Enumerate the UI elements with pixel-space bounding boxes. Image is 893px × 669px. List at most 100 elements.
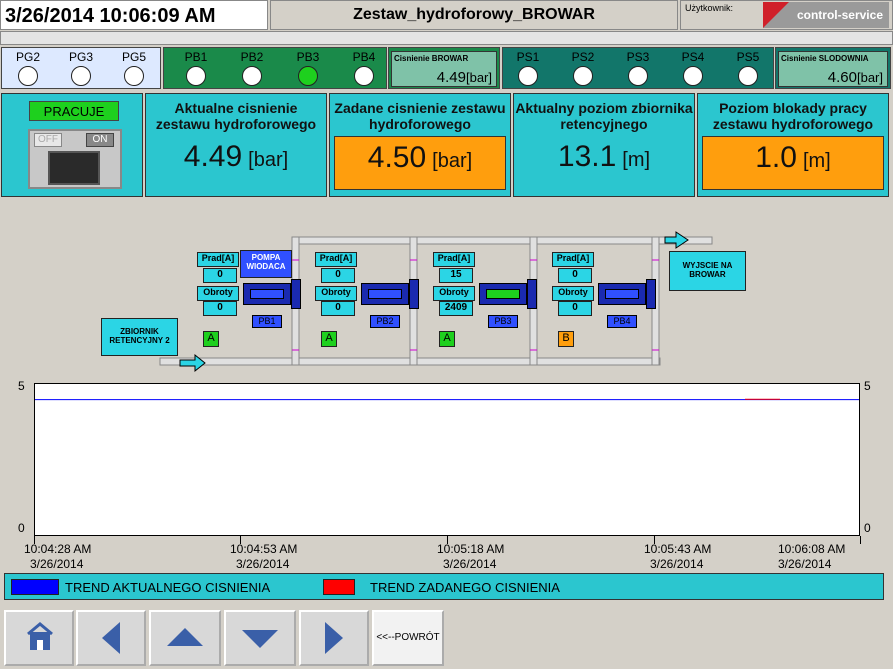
output-label: WYJSCIE NA BROWAR	[669, 251, 746, 291]
pump-window	[605, 289, 639, 299]
pump-flange-icon	[646, 279, 656, 309]
pump-indicator-ps4	[683, 66, 703, 86]
pump-mode-badge[interactable]: B	[558, 331, 574, 347]
value-unit: [bar]	[432, 150, 473, 172]
x-tick-date: 3/26/2014	[30, 557, 84, 571]
y-right-max: 5	[864, 379, 871, 393]
switch-knob[interactable]	[48, 151, 100, 185]
status-badge: PRACUJE	[29, 101, 119, 121]
pump-body-icon[interactable]	[361, 283, 409, 305]
inlet-arrow-icon	[179, 353, 206, 373]
speed-value: 0	[203, 301, 237, 316]
x-tick-time: 10:05:43 AM	[644, 542, 712, 556]
x-tick-date: 3/26/2014	[650, 557, 704, 571]
panel-value-box: 13.1 [m]	[514, 136, 694, 190]
arrow-down-icon	[242, 630, 278, 648]
value-unit: [m]	[802, 150, 831, 172]
speed-label: Obroty	[552, 286, 594, 301]
home-button[interactable]	[4, 610, 74, 666]
trend-chart[interactable]	[34, 383, 860, 536]
arrow-right-icon	[325, 622, 343, 654]
legend-label-actual: TREND AKTUALNEGO CISNIENIA	[65, 580, 271, 595]
value-unit: [bar]	[248, 149, 289, 171]
company-logo: control-service	[763, 2, 889, 28]
panel-title: Zadane cisnienie zestawu hydroforowego	[334, 100, 506, 132]
tank-inlet-label: ZBIORNIK RETENCYJNY 2	[101, 318, 178, 356]
status-panel: PRACUJE OFF ON	[1, 93, 143, 197]
user-label: Użytkownik:	[685, 3, 734, 13]
pump-name: PB2	[370, 315, 400, 328]
panel-value: 4.49 [bar]	[146, 140, 326, 174]
pump-flange-icon	[527, 279, 537, 309]
logo-text: control-service	[796, 8, 883, 22]
measurement-panel-4: Poziom blokady pracy zestawu hydroforowe…	[697, 93, 889, 197]
pipe-discharge	[291, 236, 713, 245]
pump-label-pg5: PG5	[121, 50, 146, 64]
pump-label-pb2: PB2	[240, 50, 264, 64]
x-tick-date: 3/26/2014	[443, 557, 497, 571]
up-button[interactable]	[149, 610, 221, 666]
pump-indicator-ps2	[573, 66, 593, 86]
x-tick-time: 10:04:53 AM	[230, 542, 298, 556]
arrow-up-icon	[167, 628, 203, 646]
pump-label-ps5: PS5	[736, 50, 760, 64]
value-unit: [m]	[622, 149, 651, 171]
value-number: 4.50	[367, 141, 427, 174]
x-tick-date: 3/26/2014	[236, 557, 290, 571]
pump-mode-badge[interactable]: A	[439, 331, 455, 347]
speed-value: 0	[321, 301, 355, 316]
pressure-browar-box: Cisnienie BROWAR 4.49[bar]	[391, 51, 497, 87]
pump-label-ps2: PS2	[571, 50, 595, 64]
pump-indicator-pb4	[354, 66, 374, 86]
pressure-slodownia-group: Cisnienie SLODOWNIA 4.60[bar]	[775, 47, 891, 89]
pump-label-pb3: PB3	[296, 50, 320, 64]
value-number: 13.1	[557, 140, 617, 173]
page-title: Zestaw_hydroforowy_BROWAR	[270, 0, 678, 30]
panel-value: 1.0 [m]	[703, 141, 883, 175]
switch-off-label[interactable]: OFF	[34, 133, 62, 147]
speed-value: 0	[558, 301, 592, 316]
prev-button[interactable]	[76, 610, 146, 666]
pump-indicator-pg5	[124, 66, 144, 86]
next-button[interactable]	[299, 610, 369, 666]
pump-indicator-ps5	[738, 66, 758, 86]
pressure-browar-value: 4.49[bar]	[436, 69, 492, 86]
pump-indicator-ps1	[518, 66, 538, 86]
pump-indicator-pb1	[186, 66, 206, 86]
panel-value-box: 4.50 [bar]	[334, 136, 506, 190]
legend-swatch-actual	[11, 579, 59, 595]
pump-label-pb4: PB4	[352, 50, 376, 64]
pressure-browar-group: Cisnienie BROWAR 4.49[bar]	[388, 47, 500, 89]
value-number: 1.0	[755, 141, 797, 174]
pump-body-icon[interactable]	[598, 283, 646, 305]
chart-legend: TREND AKTUALNEGO CISNIENIA TREND ZADANEG…	[4, 573, 884, 600]
pump-body-icon[interactable]	[479, 283, 527, 305]
on-off-switch[interactable]: OFF ON	[28, 129, 122, 189]
speed-label: Obroty	[433, 286, 475, 301]
pump-label-pg2: PG2	[15, 50, 40, 64]
panel-value: 4.50 [bar]	[335, 141, 505, 175]
pump-flange-icon	[409, 279, 419, 309]
pump-window	[368, 289, 402, 299]
pump-mode-badge[interactable]: A	[321, 331, 337, 347]
x-tick-time: 10:04:28 AM	[24, 542, 92, 556]
panel-title: Poziom blokady pracy zestawu hydroforowe…	[712, 100, 874, 132]
down-button[interactable]	[224, 610, 296, 666]
speed-label: Obroty	[315, 286, 357, 301]
pressure-slodownia-box: Cisnienie SLODOWNIA 4.60[bar]	[778, 51, 888, 87]
current-value: 0	[203, 268, 237, 283]
speed-label: Obroty	[197, 286, 239, 301]
panel-value: 13.1 [m]	[514, 140, 694, 174]
arrow-left-icon	[102, 622, 120, 654]
pump-label-ps4: PS4	[681, 50, 705, 64]
pump-indicator-ps3	[628, 66, 648, 86]
pump-body-icon[interactable]	[243, 283, 291, 305]
message-bar	[0, 31, 893, 45]
outlet-arrow-icon	[664, 231, 689, 249]
current-label: Prad[A]	[315, 252, 357, 267]
pump-name: PB1	[252, 315, 282, 328]
back-button[interactable]: <<--POWRÓT	[372, 610, 444, 666]
pump-mode-badge[interactable]: A	[203, 331, 219, 347]
switch-on-label[interactable]: ON	[86, 133, 114, 147]
x-tick-time: 10:06:08 AM	[778, 542, 846, 556]
